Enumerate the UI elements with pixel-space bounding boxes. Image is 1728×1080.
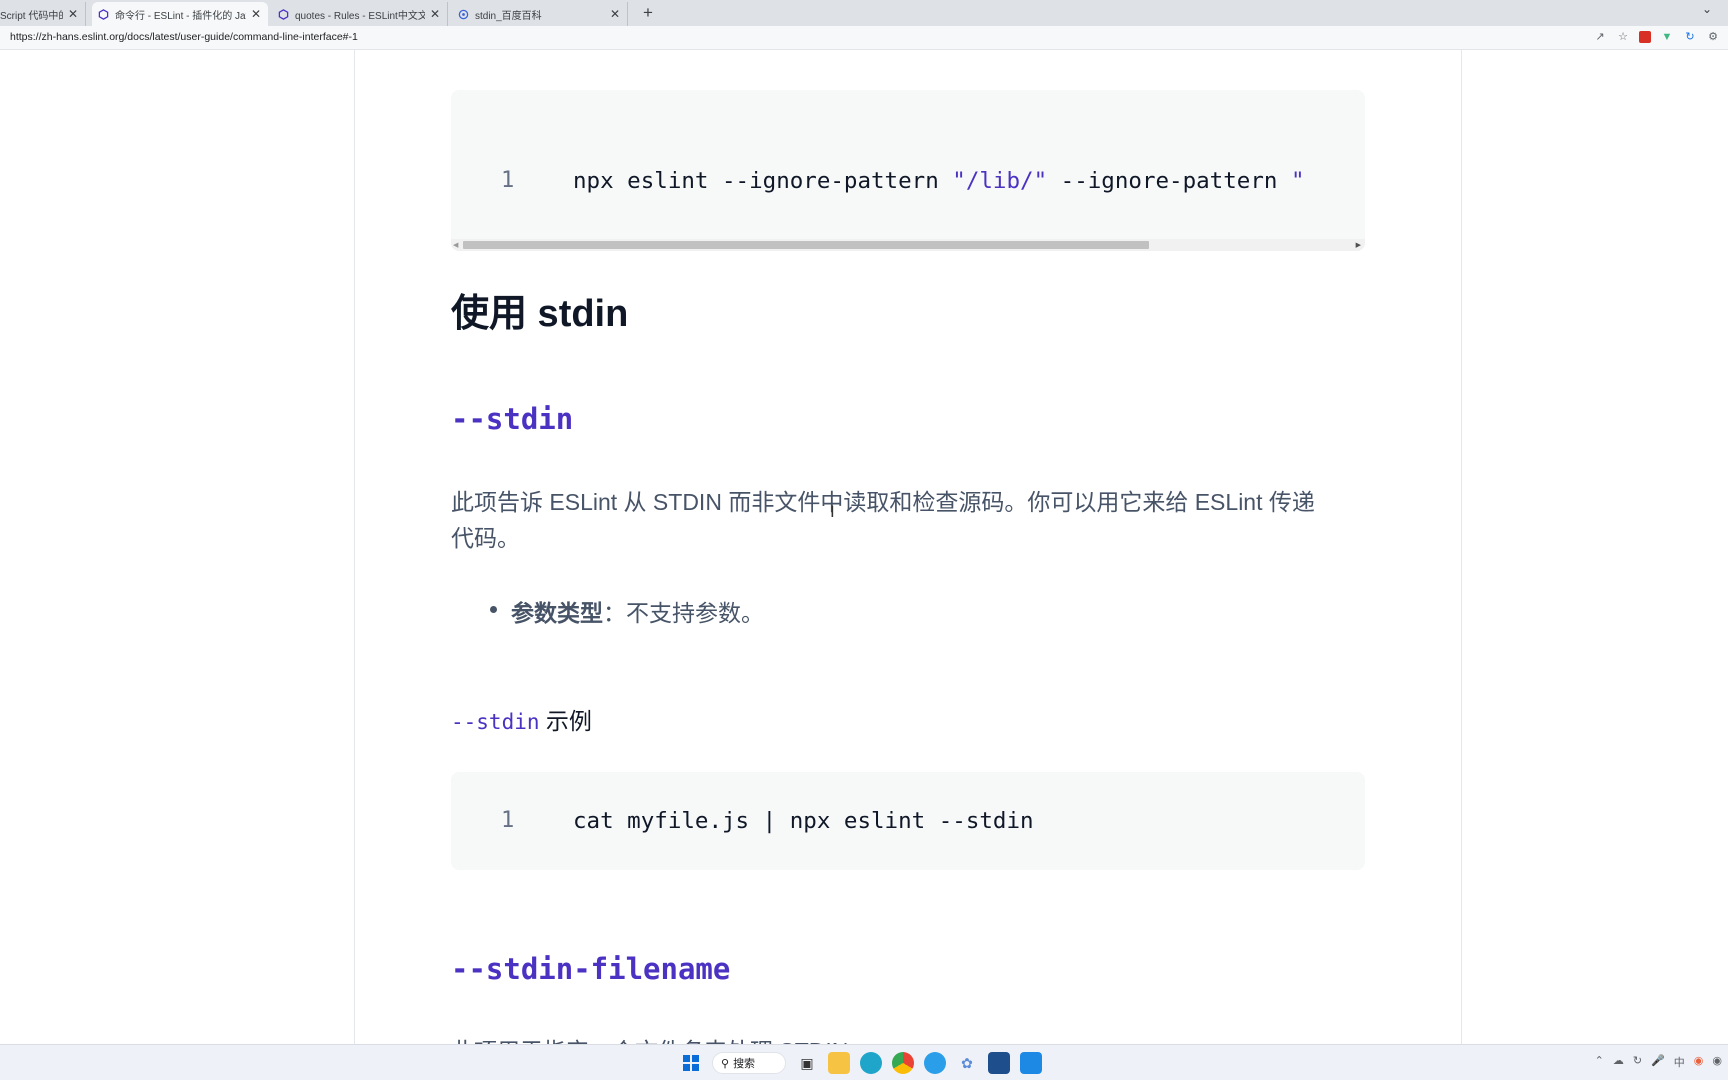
text-cursor-icon: Ⅰ <box>830 504 835 521</box>
new-tab-button[interactable]: + <box>636 2 660 24</box>
line-number: 1 <box>501 168 515 193</box>
tab-3[interactable]: quotes - Rules - ESLint中文文档 ✕ <box>272 2 448 26</box>
taskbar-search[interactable]: ⚲ 搜索 <box>712 1052 786 1074</box>
bullet-text: ：不支持参数。 <box>603 600 764 626</box>
close-icon[interactable]: ✕ <box>609 7 621 21</box>
baidu-favicon-icon <box>458 9 469 19</box>
code-block-stdin-example: 1 cat myfile.js | npx eslint --stdin <box>451 772 1365 870</box>
option-heading-stdin-filename: --stdin-filename <box>451 952 731 986</box>
line-number: 1 <box>501 808 515 833</box>
description-paragraph: 此项告诉 ESLint 从 STDIN 而非文件中读取和检查源码。你可以用它来给… <box>451 484 1363 556</box>
tab-title: quotes - Rules - ESLint中文文档 <box>295 10 425 22</box>
example-heading-code: --stdin <box>451 710 540 734</box>
close-icon[interactable]: ✕ <box>250 7 262 21</box>
code-string: " <box>1290 168 1305 194</box>
file-explorer-icon[interactable] <box>828 1052 850 1074</box>
start-windows-icon[interactable] <box>680 1052 702 1074</box>
paragraph-line: 代码。 <box>451 525 520 551</box>
address-bar: https://zh-hans.eslint.org/docs/latest/u… <box>0 26 1728 50</box>
bookmark-star-icon[interactable]: ☆ <box>1616 30 1630 44</box>
search-icon: ⚲ <box>721 1057 730 1070</box>
example-heading: --stdin 示例 <box>451 702 592 736</box>
notification-icon[interactable]: ◉ <box>1712 1054 1722 1070</box>
code-line: npx eslint --ignore-pattern "/lib/" --ig… <box>573 168 1305 194</box>
microphone-icon[interactable]: 🎤 <box>1651 1054 1665 1070</box>
tab-title: Script 代码中的 <box>0 10 63 22</box>
bullet-item: 参数类型：不支持参数。 <box>511 594 764 628</box>
url-field[interactable]: https://zh-hans.eslint.org/docs/latest/u… <box>10 31 358 43</box>
tab-search-chevron-icon[interactable]: ⌄ <box>1702 2 1712 16</box>
chrome-browser-icon[interactable] <box>892 1052 914 1074</box>
bullet-dot <box>490 606 497 613</box>
code-string: "/lib/" <box>952 168 1048 194</box>
extension-sync-icon[interactable]: ↻ <box>1683 30 1697 44</box>
edge-browser-icon[interactable] <box>860 1052 882 1074</box>
taskbar-apps: ⚲ 搜索 ▣ ✿ <box>680 1051 1042 1075</box>
bullet-label: 参数类型 <box>511 600 603 626</box>
tab-title: stdin_百度百科 <box>475 10 542 22</box>
close-icon[interactable]: ✕ <box>67 7 79 21</box>
code-cmd: --ignore-pattern <box>1047 168 1291 194</box>
tab-title: 命令行 - ESLint - 插件化的 JavaS <box>115 10 246 22</box>
extensions-puzzle-icon[interactable]: ⚙ <box>1706 30 1720 44</box>
tab-1[interactable]: Script 代码中的 ✕ <box>0 2 86 26</box>
tray-sync-icon[interactable]: ↻ <box>1633 1054 1642 1070</box>
system-tray: ⌃ ☁ ↻ 🎤 中 ◉ ◉ <box>1595 1054 1722 1070</box>
option-heading-stdin: --stdin <box>451 402 574 436</box>
paragraph-line: 此项告诉 ESLint 从 STDIN 而非文件中读取和检查源码。你可以用它来给… <box>451 489 1315 515</box>
horizontal-scrollbar[interactable]: ◀ ▶ <box>451 239 1365 251</box>
code-cmd: npx eslint --ignore-pattern <box>573 168 953 194</box>
eslint-favicon-icon <box>98 8 109 20</box>
code-line: cat myfile.js | npx eslint --stdin <box>573 808 1034 834</box>
ime-icon[interactable]: 中 <box>1674 1054 1685 1070</box>
tab-2-active[interactable]: 命令行 - ESLint - 插件化的 JavaS ✕ <box>92 2 268 26</box>
tray-app-icon[interactable]: ◉ <box>1694 1054 1704 1070</box>
scrollbar-thumb[interactable] <box>463 241 1149 249</box>
page-content: 1 npx eslint --ignore-pattern "/lib/" --… <box>0 50 1728 1044</box>
extension-red-icon[interactable] <box>1639 31 1651 43</box>
content-border-right <box>1461 50 1462 1044</box>
search-label: 搜索 <box>733 1058 756 1070</box>
scroll-right-arrow-icon[interactable]: ▶ <box>1356 241 1361 249</box>
windows-taskbar: ⚲ 搜索 ▣ ✿ ⌃ ☁ ↻ 🎤 中 ◉ ◉ <box>0 1044 1728 1080</box>
browser-tab-bar: Script 代码中的 ✕ 命令行 - ESLint - 插件化的 JavaS … <box>0 0 1728 26</box>
onedrive-cloud-icon[interactable]: ☁ <box>1613 1054 1624 1070</box>
app-window-icon[interactable] <box>988 1052 1010 1074</box>
vscode-icon[interactable] <box>1020 1052 1042 1074</box>
app-globe-icon[interactable] <box>924 1052 946 1074</box>
extension-vue-icon[interactable]: ▼ <box>1660 30 1674 44</box>
content-border-left <box>354 50 355 1044</box>
eslint-favicon-icon <box>278 8 289 20</box>
code-block-ignore-pattern: 1 npx eslint --ignore-pattern "/lib/" --… <box>451 90 1365 251</box>
cut-off-paragraph: 此项用于指定一个文件名来处理 STDIN。 <box>451 1032 871 1044</box>
share-icon[interactable]: ↗ <box>1593 30 1607 44</box>
tab-4[interactable]: stdin_百度百科 ✕ <box>452 2 628 26</box>
tray-chevron-up-icon[interactable]: ⌃ <box>1595 1054 1604 1070</box>
scroll-left-arrow-icon[interactable]: ◀ <box>453 241 458 249</box>
close-icon[interactable]: ✕ <box>429 7 441 21</box>
task-view-icon[interactable]: ▣ <box>796 1052 818 1074</box>
app-flower-icon[interactable]: ✿ <box>956 1052 978 1074</box>
section-heading: 使用 stdin <box>451 293 629 335</box>
address-bar-icons: ↗ ☆ ▼ ↻ ⚙ <box>1593 30 1720 44</box>
example-heading-text: 示例 <box>539 708 592 734</box>
